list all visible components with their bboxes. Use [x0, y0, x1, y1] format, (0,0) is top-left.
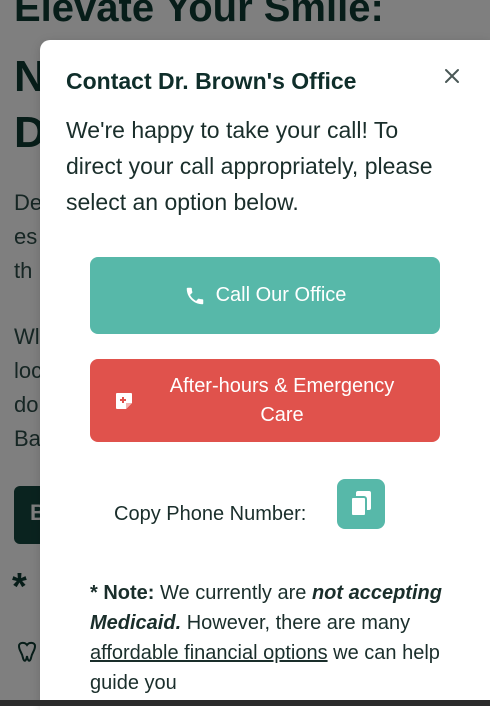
medicaid-note: * Note: We currently are not accepting M… [90, 578, 450, 698]
emergency-care-label: After-hours & Emergency Care [169, 374, 395, 426]
medical-note-icon [114, 391, 134, 411]
call-office-label: Call Our Office [215, 284, 347, 306]
bottom-edge-bar [0, 700, 490, 706]
modal-title: Contact Dr. Brown's Office [66, 68, 357, 94]
emergency-care-button[interactable]: After-hours & Emergency Care [90, 359, 440, 442]
note-prefix: * Note: [90, 582, 155, 604]
contact-modal: Contact Dr. Brown's Office We're happy t… [40, 40, 490, 710]
copy-phone-button[interactable] [337, 479, 385, 529]
phone-icon [184, 285, 206, 307]
close-button[interactable] [440, 64, 464, 88]
call-office-button[interactable]: Call Our Office [90, 257, 440, 334]
modal-intro-text: We're happy to take your call! To direct… [66, 117, 433, 215]
note-text-2: However, there are many [186, 612, 411, 634]
copy-icon [350, 491, 371, 517]
financial-options-link[interactable]: affordable financial options [90, 642, 328, 664]
note-text: We currently are [160, 582, 307, 604]
copy-phone-label: Copy Phone Number: [114, 503, 307, 525]
close-icon [445, 69, 459, 83]
